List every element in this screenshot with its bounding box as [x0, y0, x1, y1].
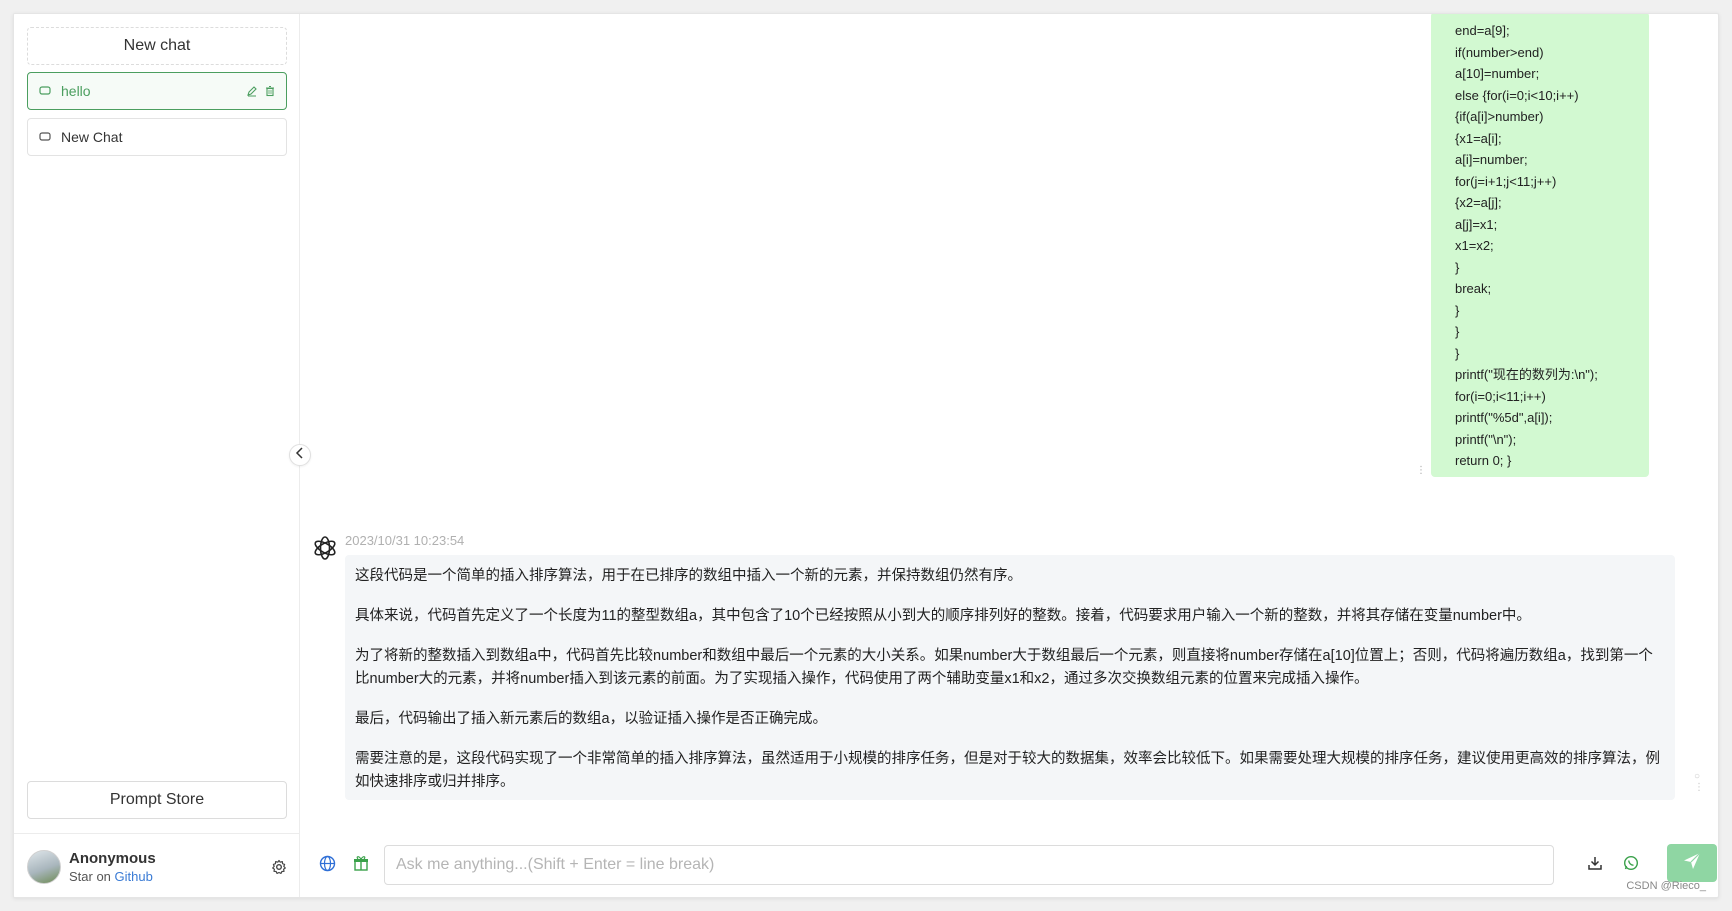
message-paragraph: 这段代码是一个简单的插入排序算法，用于在已排序的数组中插入一个新的元素，并保持数… — [355, 568, 1022, 584]
user-panel: Anonymous Star on Github — [14, 833, 300, 897]
sidebar: New chat hello New Chat Prompt Store Ano… — [14, 14, 300, 897]
chat-input[interactable] — [384, 845, 1554, 885]
chat-bubble-icon — [39, 132, 51, 142]
new-chat-button[interactable]: New chat — [27, 27, 287, 65]
chevron-left-icon — [295, 446, 305, 464]
user-message-bubble: end=a[9]; if(number>end) a[10]=number; e… — [1431, 14, 1649, 477]
whatsapp-icon[interactable] — [1622, 854, 1640, 872]
gift-icon[interactable] — [352, 854, 370, 872]
chat-area: end=a[9]; if(number>end) a[10]=number; e… — [300, 14, 1718, 897]
app-window: New chat hello New Chat Prompt Store Ano… — [13, 13, 1719, 898]
prompt-store-button[interactable]: Prompt Store — [27, 781, 287, 819]
message-options-icon[interactable]: ○ ⋮ — [1694, 771, 1704, 801]
message-options-icon[interactable]: ⋮ — [1416, 466, 1426, 479]
edit-icon[interactable] — [246, 85, 258, 97]
message-paragraph: 为了将新的整数插入到数组a中，代码首先比较number和数组中最后一个元素的大小… — [355, 648, 1653, 687]
conversation-item-hello[interactable]: hello — [27, 72, 287, 110]
message-paragraph: 具体来说，代码首先定义了一个长度为11的整型数组a，其中包含了10个已经按照从小… — [355, 608, 1531, 624]
input-bar — [300, 842, 1718, 888]
chat-bubble-icon — [39, 86, 51, 96]
avatar[interactable] — [27, 849, 61, 884]
user-name: Anonymous — [69, 849, 156, 867]
settings-gear-icon[interactable] — [271, 859, 287, 875]
watermark: CSDN @Rieco_ — [1626, 880, 1706, 892]
github-link[interactable]: Github — [115, 869, 153, 884]
message-paragraph: 需要注意的是，这段代码实现了一个非常简单的插入排序算法，虽然适用于小规模的排序任… — [355, 751, 1660, 790]
assistant-message-bubble: 这段代码是一个简单的插入排序算法，用于在已排序的数组中插入一个新的元素，并保持数… — [345, 555, 1675, 800]
globe-icon[interactable] — [318, 854, 336, 872]
delete-icon[interactable] — [264, 85, 276, 97]
message-paragraph: 最后，代码输出了插入新元素后的数组a，以验证插入操作是否正确完成。 — [355, 711, 828, 727]
send-button[interactable] — [1667, 844, 1717, 882]
conversation-label: New Chat — [61, 129, 123, 145]
download-icon[interactable] — [1586, 854, 1604, 872]
star-on-github: Star on Github — [69, 868, 153, 884]
send-icon — [1682, 851, 1702, 876]
conversation-label: hello — [61, 83, 91, 99]
openai-logo-icon — [311, 534, 339, 562]
message-timestamp: 2023/10/31 10:23:54 — [345, 533, 465, 548]
collapse-sidebar-button[interactable] — [289, 444, 311, 466]
conversation-item-new-chat[interactable]: New Chat — [27, 118, 287, 156]
